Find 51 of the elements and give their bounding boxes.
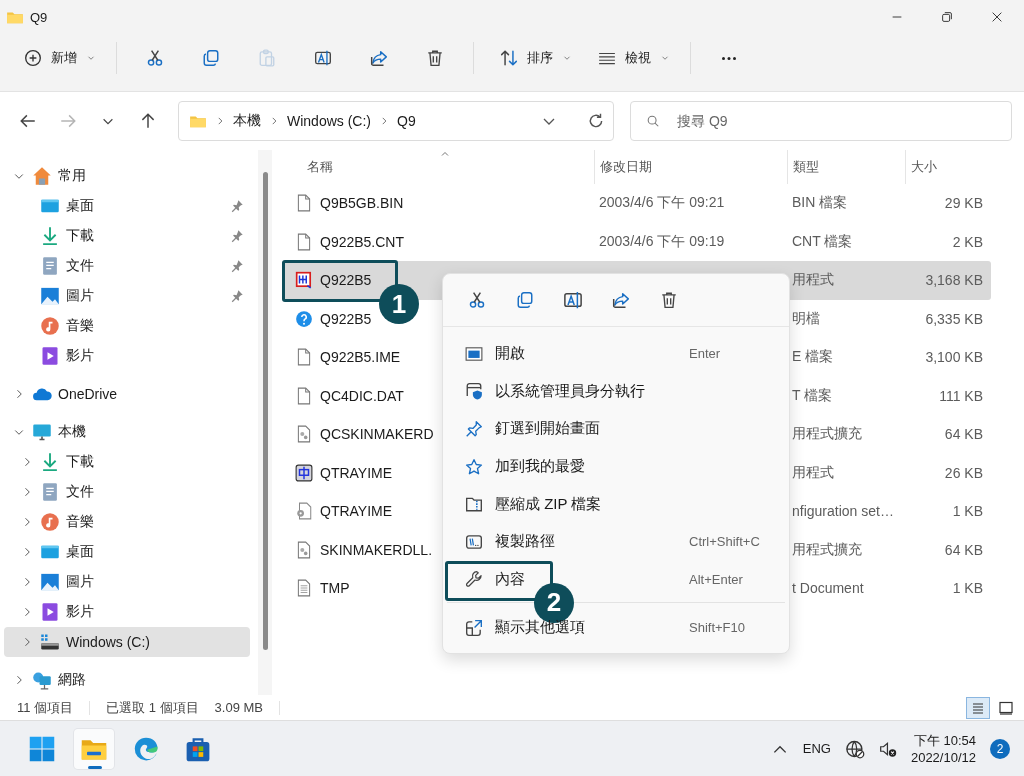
shortcut-text: Ctrl+Shift+C	[689, 534, 760, 550]
file-type: 用程式擴充	[792, 540, 862, 557]
menu-label: 加到我的最愛	[495, 457, 586, 477]
file-size: 3,168 KB	[925, 272, 983, 289]
file-type: nfiguration set…	[792, 503, 894, 520]
file-date: 2003/4/6 下午 09:21	[599, 194, 725, 211]
file-name: TMP	[320, 580, 350, 597]
file-name: SKINMAKERDLL.	[320, 541, 433, 558]
selection-info: 已選取 1 個項目	[106, 698, 199, 717]
file-type: 用程式	[792, 463, 834, 480]
shortcut-text: Enter	[689, 346, 721, 362]
file-size: 64 KB	[944, 541, 983, 558]
file-type: E 檔案	[792, 348, 834, 365]
window-title: Q9	[30, 9, 49, 25]
file-type: 用程式擴充	[792, 425, 862, 442]
shortcut-text: Shift+F10	[689, 620, 745, 636]
menu-label: 開啟	[495, 344, 526, 364]
file-type: CNT 檔案	[792, 232, 853, 249]
selection-size: 3.09 MB	[214, 700, 263, 715]
file-size: 1 KB	[952, 580, 983, 597]
menu-label: 複製路徑	[495, 532, 556, 552]
file-size: 2 KB	[952, 233, 983, 250]
file-size: 6,335 KB	[925, 310, 983, 327]
file-name: Q9B5GB.BIN	[320, 195, 404, 212]
file-type: T 檔案	[792, 386, 833, 403]
menu-label: 以系統管理員身分執行	[495, 381, 646, 401]
menu-label: 釘選到開始畫面	[495, 419, 601, 439]
file-name: QTRAYIME	[320, 464, 393, 481]
file-name: Q922B5.IME	[320, 349, 401, 366]
file-size: 111 KB	[939, 387, 983, 404]
file-name: Q922B5	[320, 310, 372, 327]
file-name: QC4DIC.DAT	[320, 387, 404, 404]
file-type: t Document	[792, 580, 864, 597]
file-type: 用程式	[792, 271, 834, 288]
file-size: 3,100 KB	[925, 349, 983, 366]
file-size: 1 KB	[952, 503, 983, 520]
shortcut-text: Alt+Enter	[689, 571, 743, 587]
file-date: 2003/4/6 下午 09:19	[599, 232, 725, 249]
file-name: Q922B5	[320, 272, 372, 289]
file-name: Q922B5.CNT	[320, 233, 405, 250]
menu-label: 壓縮成 ZIP 檔案	[495, 494, 603, 514]
file-size: 29 KB	[944, 195, 983, 212]
item-count: 11 個項目	[17, 698, 74, 717]
file-type: BIN 檔案	[792, 194, 848, 211]
file-type: 明檔	[792, 309, 820, 326]
file-name: QTRAYIME	[320, 503, 393, 520]
callout-badge: 1	[379, 284, 419, 324]
file-name: QCSKINMAKERD	[320, 426, 434, 443]
menu-label: 內容	[495, 569, 526, 589]
file-size: 64 KB	[944, 426, 983, 443]
file-size: 26 KB	[944, 464, 983, 481]
